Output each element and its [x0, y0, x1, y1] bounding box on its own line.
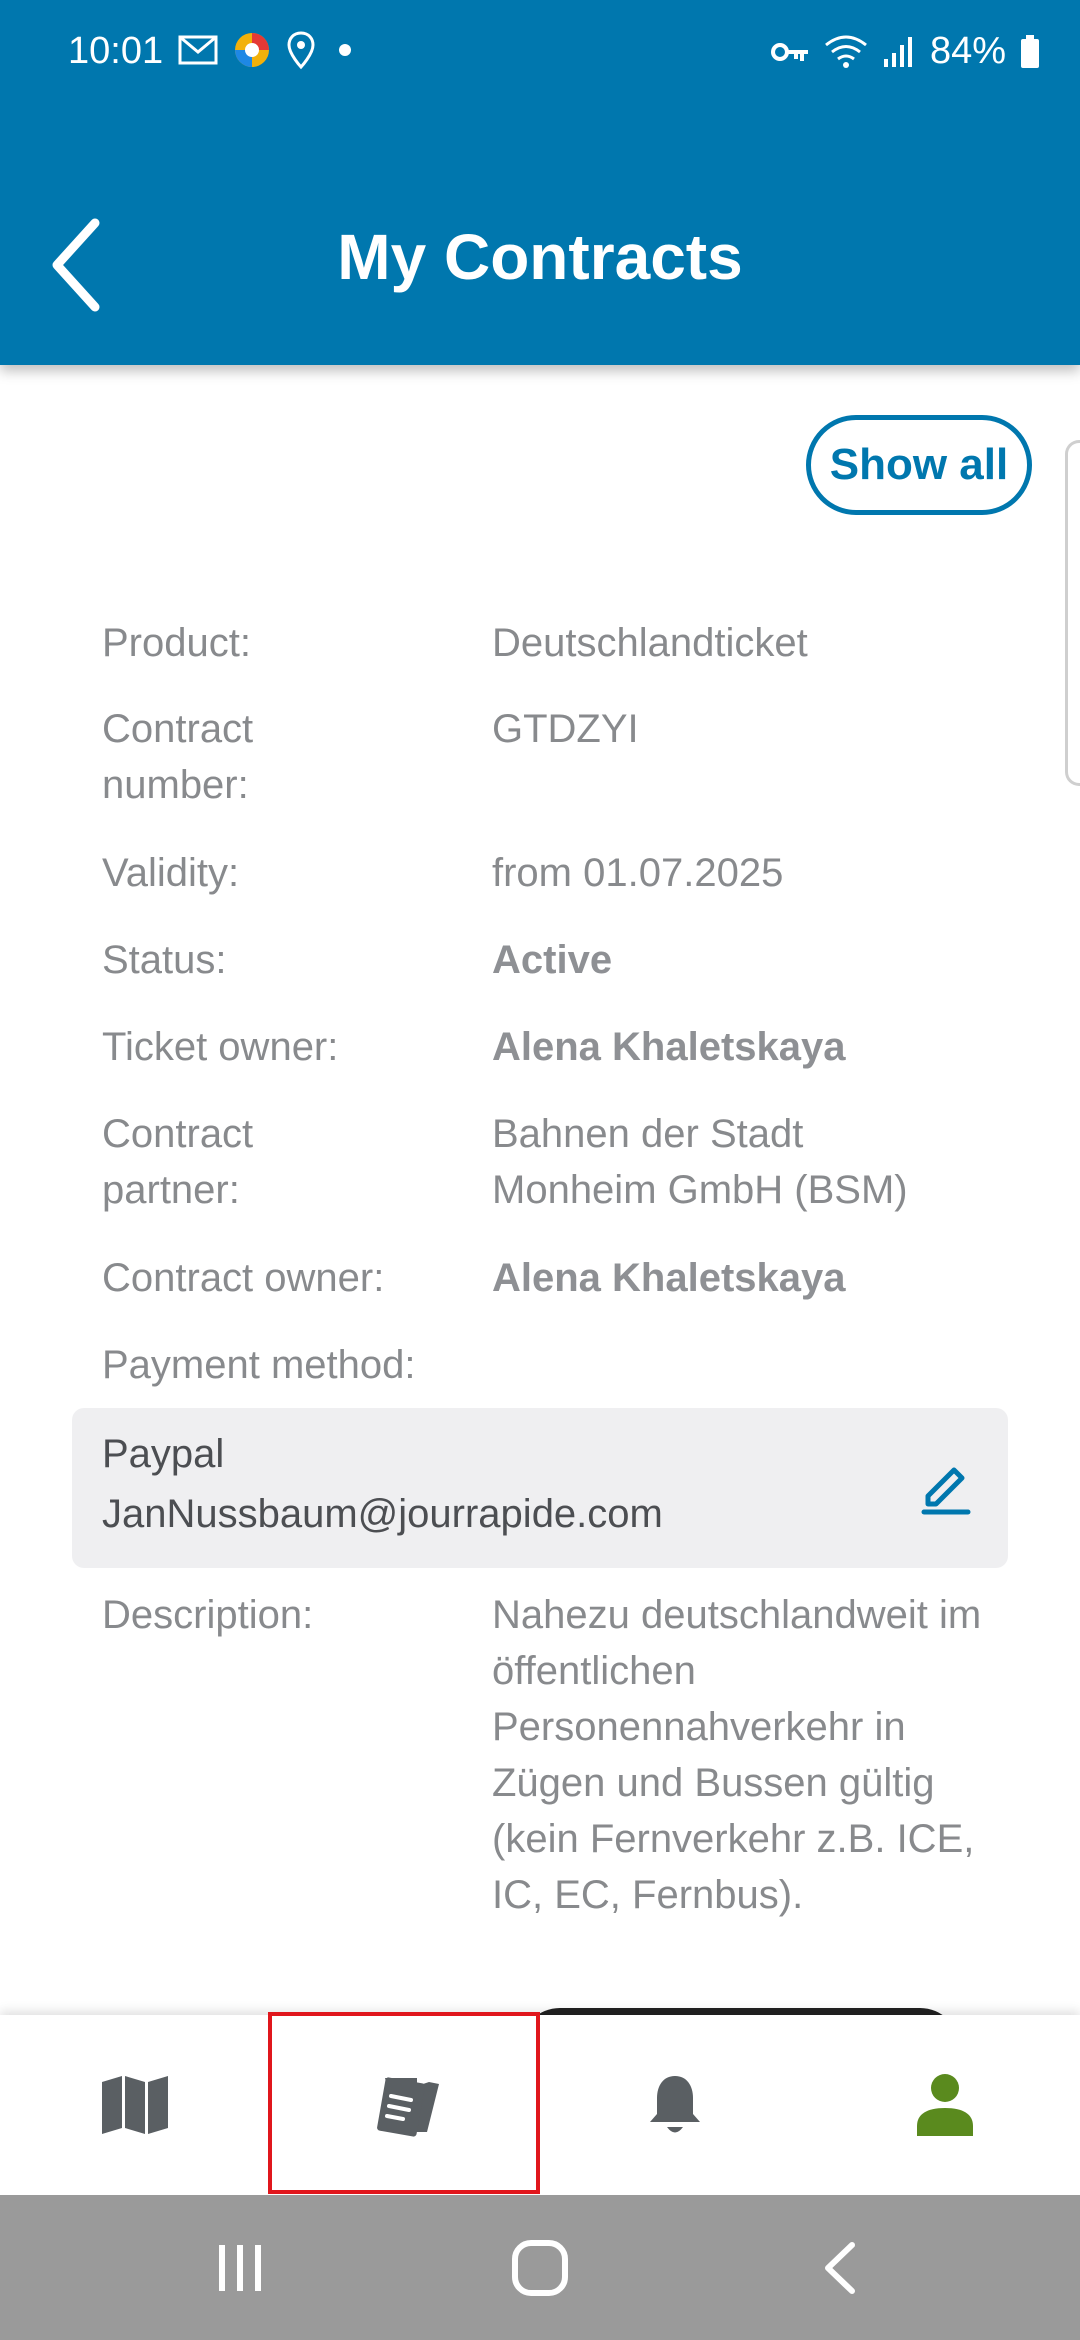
product-label: Product:: [102, 621, 251, 665]
status-bar: 10:01 84%: [0, 0, 1080, 110]
home-icon: [512, 2239, 568, 2296]
map-icon: [102, 2076, 168, 2134]
status-system-icons: 84%: [770, 30, 1040, 73]
location-icon: [287, 31, 315, 70]
ticket-owner-value: Alena Khaletskaya: [492, 1025, 846, 1069]
app-bar: 10:01 84% My Contracts: [0, 0, 1080, 365]
edit-payment-button[interactable]: [916, 1456, 976, 1516]
payment-provider: Paypal: [102, 1432, 225, 1476]
contract-details: Show all Product: Deutschlandticket Cont…: [0, 365, 1080, 2015]
app-notification-icon: [235, 33, 269, 67]
vpn-key-icon: [770, 42, 808, 61]
payment-method-label: Payment method:: [102, 1343, 416, 1387]
status-notification-icons: [178, 30, 360, 70]
nav-tickets[interactable]: [270, 2015, 540, 2195]
recents-icon: [219, 2244, 261, 2291]
description-label: Description:: [102, 1593, 314, 1637]
bell-icon: [650, 2076, 700, 2133]
product-value: Deutschlandticket: [492, 621, 808, 665]
status-label: Status:: [102, 938, 227, 982]
page-title: My Contracts: [337, 221, 743, 293]
payment-email: JanNussbaum@jourrapide.com: [102, 1492, 663, 1536]
validity-label: Validity:: [102, 851, 240, 895]
contract-owner-label: Contract owner:: [102, 1256, 385, 1300]
nav-profile[interactable]: [810, 2015, 1080, 2195]
home-button[interactable]: [440, 2195, 640, 2340]
contract-number-value: GTDZYI: [492, 707, 639, 751]
back-icon: [825, 2241, 855, 2294]
system-back-button[interactable]: [740, 2195, 940, 2340]
mail-icon: [178, 35, 218, 65]
pencil-icon: [921, 1467, 971, 1515]
ticket-owner-label: Ticket owner:: [102, 1025, 339, 1069]
validity-value: from 01.07.2025: [492, 851, 784, 895]
contract-owner-value: Alena Khaletskaya: [492, 1256, 846, 1300]
signal-icon: [883, 36, 912, 67]
side-drawer-handle[interactable]: [1065, 440, 1080, 786]
recent-apps-button[interactable]: [140, 2195, 340, 2340]
contract-partner-value: Bahnen der Stadt Monheim GmbH (BSM): [492, 1112, 908, 1212]
contract-number-label: Contract number:: [102, 707, 254, 807]
status-value: Active: [492, 938, 613, 982]
contract-partner-label: Contract partner:: [102, 1112, 254, 1212]
bottom-navigation: [0, 2015, 1080, 2195]
battery-percent: 84%: [929, 30, 1006, 72]
battery-icon: [1021, 34, 1039, 68]
person-icon: [917, 2074, 973, 2136]
system-navigation-bar: [0, 2195, 1080, 2340]
status-time: 10:01: [68, 30, 164, 72]
description-value: Nahezu deutschlandweit im öffentlichen P…: [492, 1593, 982, 1917]
payment-method-card: Paypal JanNussbaum@jourrapide.com: [72, 1408, 1008, 1568]
wifi-icon: [825, 35, 867, 68]
ticket-icon: [377, 2077, 439, 2137]
dot-icon: [339, 44, 351, 56]
show-all-button[interactable]: Show all: [806, 415, 1032, 515]
nav-notifications[interactable]: [540, 2015, 810, 2195]
nav-map[interactable]: [0, 2015, 270, 2195]
